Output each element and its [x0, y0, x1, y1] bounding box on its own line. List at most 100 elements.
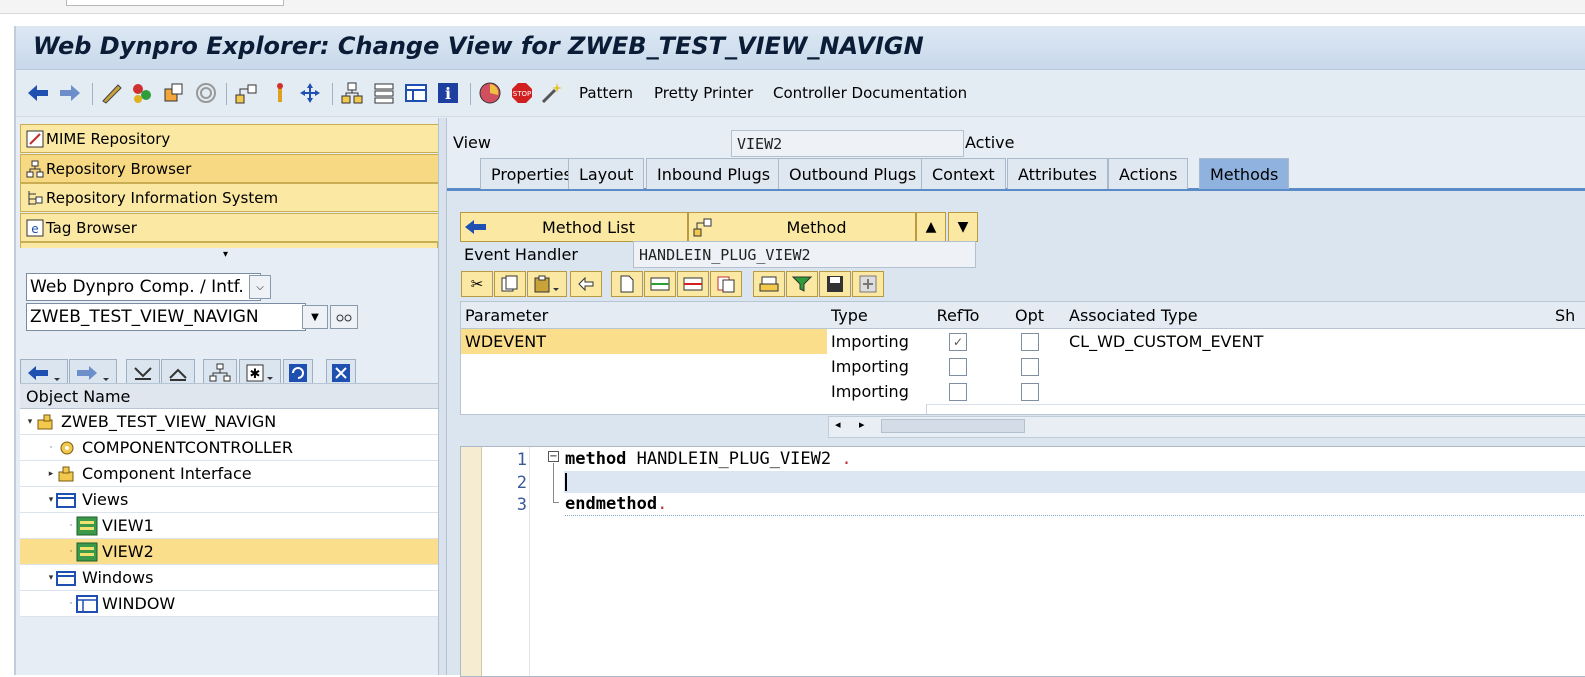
structure-icon[interactable]	[372, 81, 396, 105]
wizard-icon[interactable]	[540, 81, 564, 105]
hierarchy-icon[interactable]	[234, 81, 258, 105]
col-header-parameter[interactable]: Parameter	[461, 302, 832, 329]
previous-button[interactable]: ▲	[916, 212, 946, 242]
where-used-icon[interactable]	[268, 81, 292, 105]
tab-methods[interactable]: Methods	[1199, 158, 1290, 189]
settings-icon	[859, 275, 877, 293]
save-icon	[827, 276, 843, 292]
scroll-left-icon[interactable]: ◂	[835, 418, 841, 431]
desc-cell[interactable]	[1551, 354, 1585, 380]
object-type-select[interactable]: Web Dynpro Comp. / Intf.	[26, 273, 261, 301]
col-header-opt[interactable]: Opt	[994, 302, 1066, 329]
copy-row-button[interactable]	[494, 271, 526, 297]
object-type-dropdown-icon[interactable]: ⌵	[249, 275, 271, 299]
pattern-button[interactable]: Pattern	[579, 84, 633, 102]
nav-repository-information-system[interactable]: Repository Information System	[20, 183, 440, 212]
display-glasses-icon[interactable]	[330, 305, 358, 329]
type-cell[interactable]: Importing	[827, 379, 927, 405]
layout-icon[interactable]	[404, 81, 428, 105]
table-horizontal-scrollbar[interactable]: ◂ ▸	[828, 416, 1585, 438]
expand-arrow-icon[interactable]: ▸	[46, 469, 56, 479]
info-icon[interactable]: i	[436, 81, 460, 105]
navigator-icon[interactable]	[298, 81, 322, 105]
param-cell[interactable]: WDEVENT	[461, 329, 832, 355]
extra-button[interactable]	[852, 271, 884, 297]
type-cell[interactable]: Importing	[827, 329, 927, 355]
save-button[interactable]	[819, 271, 851, 297]
check-icon[interactable]	[162, 81, 186, 105]
refto-checkbox[interactable]	[922, 354, 995, 380]
next-button[interactable]: ▼	[948, 212, 978, 242]
nav-repository-browser[interactable]: Repository Browser	[20, 154, 440, 183]
other-object-icon[interactable]	[194, 81, 218, 105]
filter-grid-button[interactable]	[786, 271, 818, 297]
tab-inbound-plugs[interactable]: Inbound Plugs	[646, 158, 782, 189]
undo-button[interactable]	[570, 271, 602, 297]
tree-node-view2[interactable]: · VIEW2	[20, 539, 486, 565]
param-cell[interactable]	[461, 379, 832, 405]
fold-collapse-icon[interactable]: −	[548, 451, 559, 462]
assoc-type-cell[interactable]: CL_WD_CUSTOM_EVENT	[1065, 329, 1556, 355]
new-row-button[interactable]	[611, 271, 643, 297]
col-header-associated-type[interactable]: Associated Type	[1065, 302, 1556, 329]
opt-checkbox[interactable]	[994, 379, 1066, 405]
back-icon[interactable]	[26, 81, 50, 105]
paste-row-button[interactable]	[527, 271, 567, 297]
controller-documentation-button[interactable]: Controller Documentation	[773, 84, 967, 102]
scroll-right-icon[interactable]: ▸	[859, 418, 865, 431]
forward-icon[interactable]	[58, 81, 82, 105]
scroll-thumb[interactable]	[881, 419, 1025, 433]
activate-icon[interactable]	[130, 81, 154, 105]
tree-node-component[interactable]: ▾ ZWEB_TEST_VIEW_NAVIGN	[20, 409, 445, 435]
command-field[interactable]	[66, 0, 284, 6]
back-icon	[465, 220, 486, 234]
tree-node-component-interface[interactable]: ▸ Component Interface	[20, 461, 466, 487]
col-header-short-description[interactable]: Sh	[1551, 302, 1585, 329]
print-button[interactable]	[753, 271, 785, 297]
desc-cell[interactable]	[1551, 329, 1585, 355]
test-icon[interactable]	[478, 81, 502, 105]
desc-cell[interactable]	[1551, 379, 1585, 405]
tree-node-windows[interactable]: ▾ Windows	[20, 565, 466, 591]
col-header-refto[interactable]: RefTo	[922, 302, 995, 329]
object-name-input[interactable]: ZWEB_TEST_VIEW_NAVIGN	[26, 303, 306, 331]
col-header-type[interactable]: Type	[827, 302, 927, 329]
tab-context[interactable]: Context	[921, 158, 1006, 189]
expand-nav-icon[interactable]: ▾	[223, 249, 228, 260]
tree-node-view1[interactable]: · VIEW1	[20, 513, 486, 539]
opt-checkbox[interactable]	[994, 354, 1066, 380]
insert-row-button[interactable]	[644, 271, 676, 297]
refto-checkbox[interactable]	[922, 379, 995, 405]
duplicate-row-button[interactable]	[710, 271, 742, 297]
method-list-button[interactable]: Method List	[460, 212, 688, 242]
abap-code-editor[interactable]: 1 2 3 − method HANDLEIN_PLUG_VIEW2 . end…	[460, 446, 1585, 677]
tree-node-componentcontroller[interactable]: · COMPONENTCONTROLLER	[20, 435, 466, 461]
back-icon	[28, 366, 60, 381]
collapse-arrow-icon[interactable]: ▾	[46, 495, 56, 505]
opt-checkbox[interactable]	[994, 329, 1066, 355]
tab-actions[interactable]: Actions	[1108, 158, 1189, 189]
breakpoint-icon[interactable]: STOP	[510, 81, 534, 105]
refto-checkbox[interactable]: ✓	[922, 329, 995, 355]
delete-row-button[interactable]	[677, 271, 709, 297]
object-name-dropdown-icon[interactable]: ▼	[302, 305, 328, 329]
tab-outbound-plugs[interactable]: Outbound Plugs	[778, 158, 928, 189]
assoc-type-cell[interactable]	[1065, 354, 1556, 380]
collapse-arrow-icon[interactable]: ▾	[25, 417, 35, 427]
nav-mime-repository[interactable]: MIME Repository	[20, 124, 440, 153]
display-change-icon[interactable]	[100, 81, 124, 105]
pretty-printer-button[interactable]: Pretty Printer	[654, 84, 753, 102]
type-cell[interactable]: Importing	[827, 354, 927, 380]
tab-layout[interactable]: Layout	[568, 158, 645, 189]
param-cell[interactable]	[461, 354, 832, 380]
tree-node-views[interactable]: ▾ Views	[20, 487, 466, 513]
tab-attributes[interactable]: Attributes	[1007, 158, 1108, 189]
nav-tag-browser[interactable]: e Tag Browser	[20, 213, 440, 242]
enhance-icon[interactable]	[340, 81, 364, 105]
assoc-type-cell[interactable]	[1065, 379, 1556, 405]
tree-node-window[interactable]: · WINDOW	[20, 591, 486, 617]
pane-splitter[interactable]	[438, 118, 447, 675]
cut-row-button[interactable]: ✂	[461, 271, 493, 297]
method-button[interactable]: Method	[688, 212, 916, 242]
collapse-arrow-icon[interactable]: ▾	[46, 573, 56, 583]
